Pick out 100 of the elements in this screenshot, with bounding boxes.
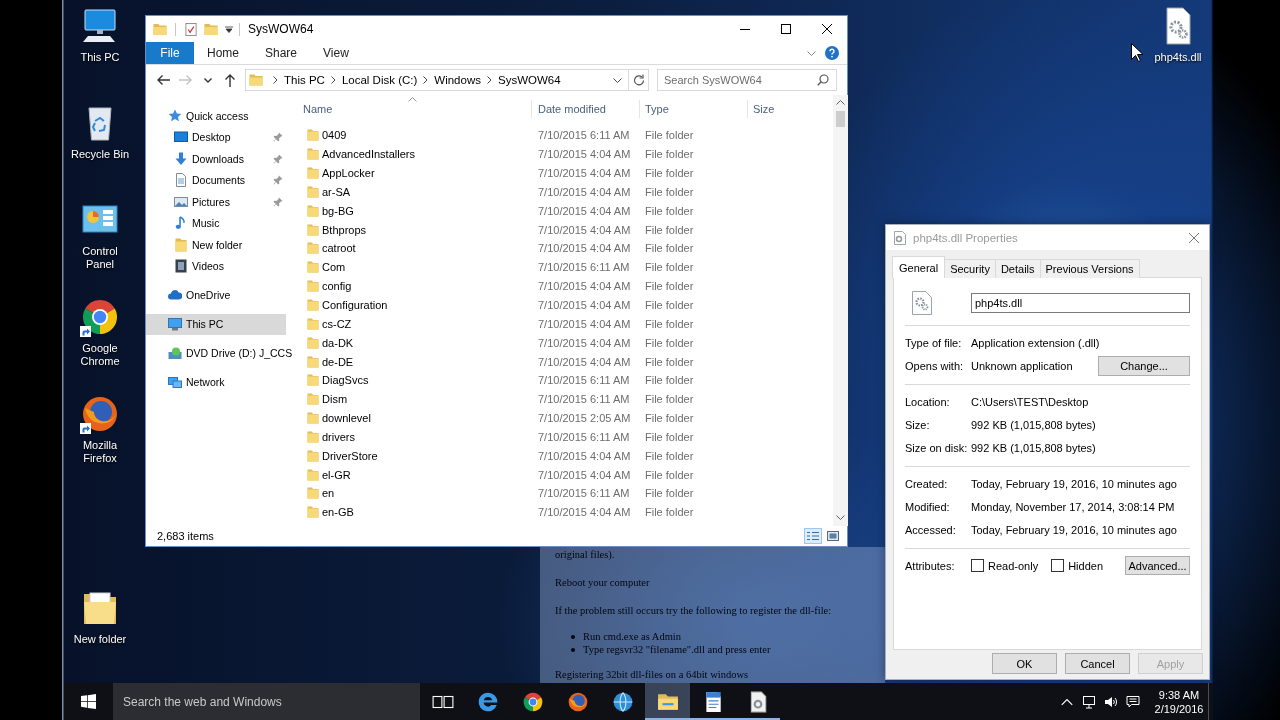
file-name-field[interactable]: php4ts.dll — [971, 293, 1190, 313]
checkbox[interactable] — [1051, 559, 1065, 572]
file-name-cell[interactable]: Bthprops — [300, 220, 532, 239]
folder-icon — [307, 449, 319, 462]
shortcut-tile[interactable]: Mozilla Firefox — [64, 394, 136, 465]
taskbar-search-field[interactable]: Search the web and Windows — [113, 683, 420, 720]
tab[interactable]: Details — [994, 259, 1041, 278]
file-name-cell[interactable]: drivers — [300, 427, 532, 446]
file-name-cell[interactable]: 0409 — [300, 126, 532, 145]
nav-item[interactable]: Network — [146, 371, 286, 393]
file-name-cell[interactable]: DiagSvcs — [300, 371, 532, 390]
chevron-right-icon[interactable] — [423, 76, 429, 84]
dialog-button[interactable]: OK — [992, 653, 1057, 674]
shortcut-tile[interactable]: Control Panel — [64, 200, 136, 271]
checkbox[interactable] — [971, 559, 984, 572]
tab[interactable]: Previous Versions — [1039, 259, 1140, 278]
checkbox-label[interactable]: Hidden — [1068, 559, 1103, 572]
file-name-cell[interactable]: de-DE — [300, 352, 532, 371]
scroll-up-icon[interactable] — [836, 100, 845, 105]
music-note-icon — [174, 216, 188, 231]
chevron-down-icon[interactable] — [613, 77, 622, 83]
breadcrumb-item[interactable]: SysWOW64 — [497, 74, 561, 86]
column-header[interactable]: Name — [300, 100, 532, 118]
network-icon[interactable] — [1082, 694, 1096, 709]
chevron-right-icon[interactable] — [330, 76, 336, 84]
file-name-cell[interactable]: bg-BG — [300, 201, 532, 220]
pin-icon[interactable] — [273, 153, 283, 164]
column-header[interactable]: Size — [748, 100, 833, 118]
mouse-pointer-icon — [1131, 43, 1143, 62]
expand-ribbon-icon[interactable] — [807, 51, 816, 56]
nav-item[interactable]: Documents — [146, 169, 286, 191]
file-tab[interactable]: File — [146, 42, 194, 64]
breadcrumb-item[interactable]: This PC — [284, 74, 325, 86]
ribbon-tab[interactable]: Share — [252, 42, 311, 64]
file-name-cell[interactable]: en-GB — [300, 503, 532, 522]
search-field[interactable]: Search SysWOW64 — [657, 69, 837, 91]
large-icons-view-button[interactable] — [824, 528, 842, 544]
field-label: Created: — [905, 477, 949, 490]
nav-item[interactable]: Videos — [146, 255, 286, 277]
scroll-down-icon[interactable] — [836, 515, 845, 520]
nav-item[interactable]: Pictures — [146, 191, 286, 213]
shortcut-tile[interactable]: This PC — [64, 6, 136, 64]
shortcut-tile[interactable]: php4ts.dll — [1142, 6, 1214, 64]
nav-item[interactable]: DVD Drive (D:) J_CCS — [146, 342, 293, 364]
action-center-icon[interactable] — [1126, 694, 1140, 709]
dialog-button[interactable]: Cancel — [1065, 653, 1130, 674]
help-icon[interactable] — [825, 46, 839, 60]
checkbox-label[interactable]: Read-only — [988, 559, 1039, 572]
action-button[interactable]: Change... — [1098, 355, 1190, 376]
file-name-cell[interactable]: Dism — [300, 390, 532, 409]
breadcrumb-item[interactable]: Local Disk (C:) — [341, 74, 418, 86]
file-name-cell[interactable]: downlevel — [300, 409, 532, 428]
refresh-button[interactable] — [629, 69, 649, 91]
file-name-cell[interactable]: Com — [300, 258, 532, 277]
nav-item[interactable]: Desktop — [146, 126, 286, 148]
file-name-cell[interactable]: AdvancedInstallers — [300, 145, 532, 164]
file-name-cell[interactable]: da-DK — [300, 333, 532, 352]
file-name-cell[interactable]: DriverStore — [300, 446, 532, 465]
file-name-cell[interactable]: en — [300, 484, 532, 503]
file-name-cell[interactable]: cs-CZ — [300, 314, 532, 333]
chevron-right-icon[interactable] — [486, 76, 492, 84]
speaker-icon[interactable] — [1104, 694, 1118, 709]
tab[interactable]: General — [892, 256, 946, 278]
cloud-icon — [168, 288, 182, 303]
file-name-cell[interactable]: el-GR — [300, 465, 532, 484]
address-bar[interactable]: This PC Local Disk (C:) Windows SysWOW64 — [245, 69, 629, 91]
clock[interactable]: 9:38 AM 2/19/2016 — [1150, 687, 1208, 716]
nav-item[interactable]: Quick access — [146, 105, 286, 127]
nav-item[interactable]: OneDrive — [146, 284, 286, 306]
pin-icon[interactable] — [273, 175, 283, 186]
file-name-cell[interactable]: catroot — [300, 239, 532, 258]
shortcut-tile[interactable]: Recycle Bin — [64, 103, 136, 161]
file-explorer-taskbar-button[interactable] — [645, 683, 690, 720]
nav-item[interactable]: New folder — [146, 234, 286, 256]
item-count: 2,683 items — [157, 530, 214, 542]
file-name-cell[interactable]: Configuration — [300, 296, 532, 314]
properties-check-icon[interactable] — [184, 22, 198, 36]
ribbon-tab[interactable]: View — [310, 42, 362, 64]
scrollbar[interactable] — [833, 95, 848, 526]
file-name-cell[interactable]: config — [300, 277, 532, 296]
action-button[interactable]: Advanced... — [1125, 556, 1190, 575]
tab[interactable]: Security — [944, 259, 996, 278]
column-header[interactable]: Type — [640, 100, 748, 118]
shortcut-tile[interactable]: Google Chrome — [64, 297, 136, 368]
pin-icon[interactable] — [273, 132, 283, 143]
dialog-title: php4ts.dll Properties — [913, 231, 1018, 244]
file-name-cell[interactable]: ar-SA — [300, 182, 532, 201]
customize-caret-icon[interactable] — [225, 25, 233, 33]
breadcrumb-item[interactable]: Windows — [434, 74, 481, 86]
nav-item[interactable]: Downloads — [146, 148, 286, 170]
chevron-right-icon[interactable] — [273, 76, 278, 84]
nav-item[interactable]: Music — [146, 212, 286, 234]
file-name-cell[interactable]: AppLocker — [300, 164, 532, 183]
column-header[interactable]: Date modified — [532, 100, 640, 118]
scroll-thumb[interactable] — [836, 111, 845, 127]
shortcut-tile[interactable]: New folder — [64, 588, 136, 646]
details-view-button[interactable] — [804, 528, 822, 544]
ribbon-tab[interactable]: Home — [194, 42, 252, 64]
nav-item[interactable]: This PC — [146, 313, 286, 335]
pin-icon[interactable] — [273, 196, 283, 207]
